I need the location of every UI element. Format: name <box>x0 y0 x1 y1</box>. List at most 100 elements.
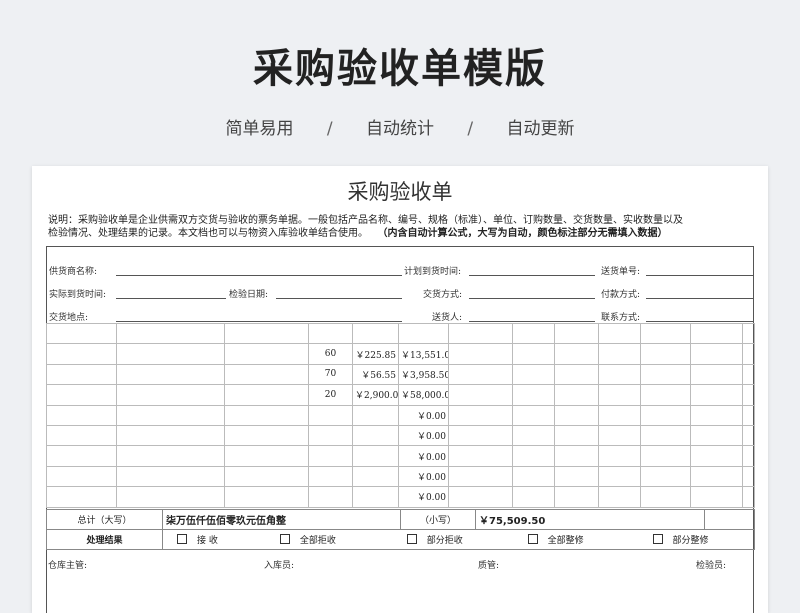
qty-cell[interactable] <box>308 465 353 488</box>
table-cell[interactable] <box>598 363 641 386</box>
table-cell[interactable] <box>554 384 599 406</box>
delivery-place-field[interactable] <box>116 321 402 322</box>
table-cell[interactable] <box>224 445 309 467</box>
option-reject-part[interactable]: 部分拒收 <box>406 533 525 546</box>
price-cell[interactable] <box>352 465 399 488</box>
option-repair-part[interactable]: 部分整修 <box>652 533 723 546</box>
table-cell[interactable] <box>554 404 599 426</box>
checkbox-reject-part[interactable] <box>406 534 417 544</box>
table-cell[interactable] <box>224 343 309 365</box>
table-cell[interactable] <box>512 384 555 406</box>
price-cell[interactable]: ￥225.85 <box>352 343 399 365</box>
checkbox-reject-all[interactable] <box>279 534 290 544</box>
table-cell[interactable] <box>690 384 743 406</box>
table-cell[interactable] <box>640 486 691 508</box>
table-cell[interactable] <box>598 424 641 447</box>
table-cell[interactable] <box>640 363 691 386</box>
table-cell[interactable] <box>640 465 691 488</box>
table-cell[interactable] <box>690 465 743 488</box>
price-cell[interactable]: ￥2,900.00 <box>352 384 399 406</box>
table-cell[interactable] <box>598 486 641 508</box>
option-repair-all[interactable]: 全部整修 <box>527 533 650 546</box>
table-cell[interactable] <box>116 465 225 488</box>
table-cell[interactable] <box>448 424 513 447</box>
table-cell[interactable] <box>46 465 117 488</box>
deliverer-field[interactable] <box>469 321 595 322</box>
table-cell[interactable] <box>690 343 743 365</box>
table-cell[interactable] <box>640 424 691 447</box>
table-cell[interactable] <box>46 404 117 426</box>
table-cell[interactable] <box>690 445 743 467</box>
table-cell[interactable] <box>598 343 641 365</box>
table-cell[interactable] <box>742 322 755 345</box>
table-cell[interactable] <box>640 445 691 467</box>
table-cell[interactable] <box>640 404 691 426</box>
table-cell[interactable] <box>742 404 755 426</box>
checkbox-accept[interactable] <box>177 534 187 544</box>
table-cell[interactable] <box>554 486 599 508</box>
table-cell[interactable] <box>742 465 755 488</box>
qty-cell[interactable] <box>308 424 353 447</box>
qty-cell[interactable]: 20 <box>308 384 353 406</box>
table-cell[interactable] <box>742 424 755 447</box>
table-cell[interactable] <box>116 384 225 406</box>
amount-cell[interactable]: ￥58,000.00 <box>398 384 449 406</box>
option-accept[interactable]: 接 收 <box>177 533 277 546</box>
table-cell[interactable] <box>598 404 641 426</box>
table-cell[interactable] <box>46 384 117 406</box>
table-cell[interactable] <box>512 404 555 426</box>
table-cell[interactable] <box>690 424 743 447</box>
table-cell[interactable] <box>448 445 513 467</box>
table-cell[interactable] <box>46 322 117 345</box>
table-cell[interactable] <box>116 363 225 386</box>
table-cell[interactable] <box>448 465 513 488</box>
payment-method-field[interactable] <box>646 298 753 299</box>
table-cell[interactable] <box>554 363 599 386</box>
table-cell[interactable] <box>116 445 225 467</box>
table-cell[interactable] <box>512 363 555 386</box>
inspect-date-field[interactable] <box>276 298 402 299</box>
table-cell[interactable] <box>116 404 225 426</box>
table-cell[interactable] <box>554 322 599 345</box>
price-cell[interactable] <box>352 486 399 508</box>
table-cell[interactable] <box>224 384 309 406</box>
price-cell[interactable]: ￥56.55 <box>352 363 399 386</box>
table-cell[interactable] <box>116 322 225 345</box>
amount-cell[interactable] <box>398 322 449 345</box>
table-cell[interactable] <box>448 404 513 426</box>
table-cell[interactable] <box>512 486 555 508</box>
qty-cell[interactable] <box>308 322 353 345</box>
table-cell[interactable] <box>554 445 599 467</box>
qty-cell[interactable] <box>308 486 353 508</box>
planned-date-field[interactable] <box>469 275 595 276</box>
qty-cell[interactable] <box>308 404 353 426</box>
table-cell[interactable] <box>448 363 513 386</box>
amount-cell[interactable]: ￥0.00 <box>398 424 449 447</box>
table-cell[interactable] <box>598 465 641 488</box>
amount-cell[interactable]: ￥3,958.50 <box>398 363 449 386</box>
price-cell[interactable] <box>352 404 399 426</box>
table-cell[interactable] <box>512 424 555 447</box>
table-cell[interactable] <box>46 363 117 386</box>
table-cell[interactable] <box>116 424 225 447</box>
table-cell[interactable] <box>46 424 117 447</box>
price-cell[interactable] <box>352 424 399 447</box>
delivery-no-field[interactable] <box>646 275 753 276</box>
table-cell[interactable] <box>224 465 309 488</box>
table-cell[interactable] <box>640 322 691 345</box>
table-cell[interactable] <box>690 404 743 426</box>
table-cell[interactable] <box>224 424 309 447</box>
amount-cell[interactable]: ￥0.00 <box>398 404 449 426</box>
checkbox-repair-all[interactable] <box>527 534 538 544</box>
table-cell[interactable] <box>116 343 225 365</box>
table-cell[interactable] <box>554 465 599 488</box>
checkbox-repair-part[interactable] <box>652 534 663 544</box>
table-cell[interactable] <box>742 343 755 365</box>
table-cell[interactable] <box>46 343 117 365</box>
table-cell[interactable] <box>690 486 743 508</box>
table-cell[interactable] <box>742 445 755 467</box>
table-cell[interactable] <box>554 343 599 365</box>
amount-cell[interactable]: ￥0.00 <box>398 486 449 508</box>
table-cell[interactable] <box>690 363 743 386</box>
delivery-method-field[interactable] <box>469 298 595 299</box>
